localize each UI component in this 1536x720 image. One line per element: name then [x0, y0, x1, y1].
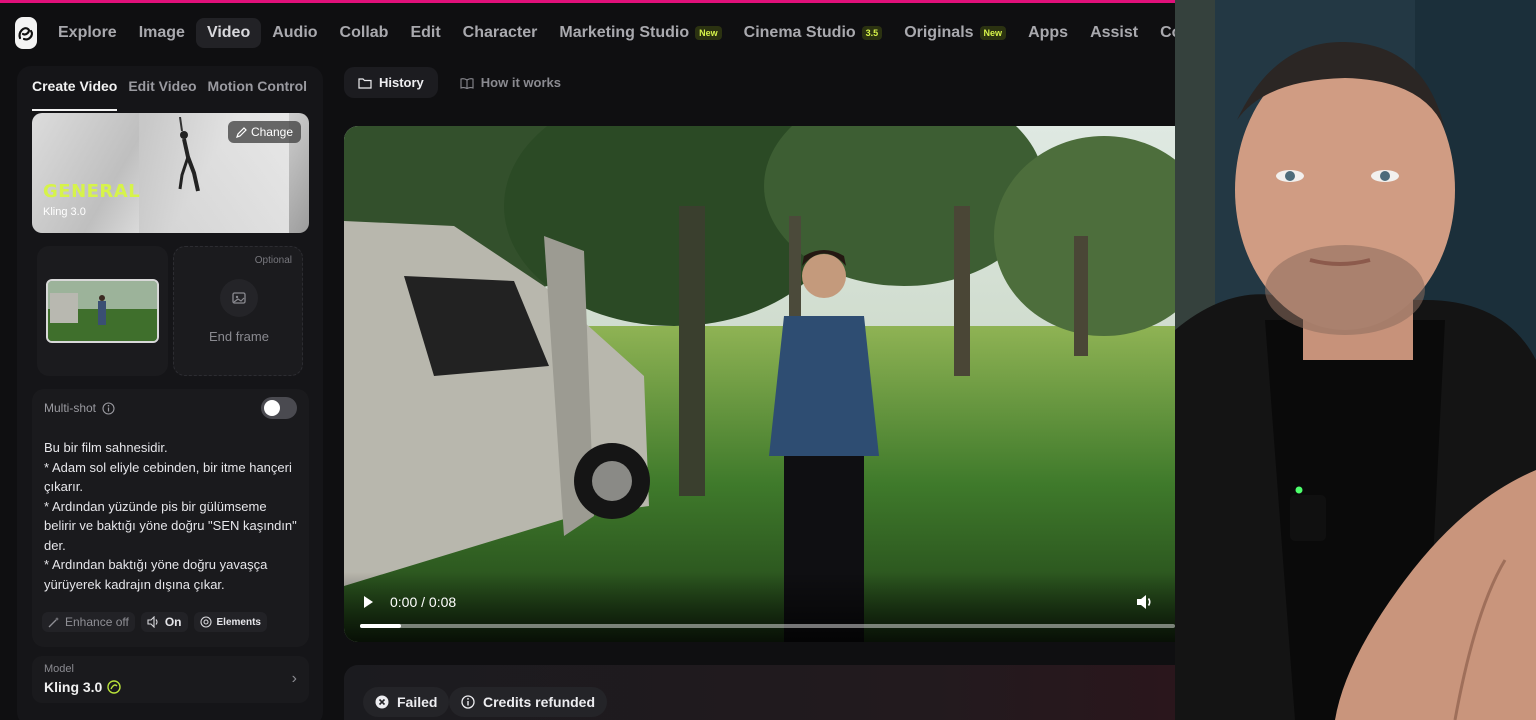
video-progress-bar[interactable]: [360, 624, 1175, 628]
webcam-overlay: [1175, 0, 1536, 720]
nav-originals[interactable]: Originals New: [893, 18, 1017, 48]
generation-status-bar: Failed Credits refunded: [344, 665, 1175, 720]
model-label: Model: [44, 663, 74, 675]
tab-history[interactable]: History: [344, 67, 438, 98]
nav-apps[interactable]: Apps: [1017, 18, 1079, 48]
info-icon[interactable]: [102, 401, 115, 415]
info-circle-icon: [461, 695, 475, 709]
logo-icon: [18, 27, 33, 41]
main-tabs: History How it works: [344, 67, 575, 98]
nav-community[interactable]: Commu: [1149, 18, 1175, 48]
volume-icon[interactable]: [1135, 593, 1155, 611]
create-tabs: Create Video Edit Video Motion Control: [17, 66, 323, 111]
nav-video[interactable]: Video: [195, 18, 262, 48]
new-badge: New: [979, 26, 1007, 40]
folder-icon: [358, 77, 372, 89]
thumbnail-scene: [48, 281, 157, 341]
speaker-icon: [147, 616, 158, 628]
magic-wand-icon: [48, 617, 59, 628]
nav-explore[interactable]: Explore: [47, 18, 128, 48]
version-badge: 3.5: [861, 26, 883, 40]
tab-motion-control[interactable]: Motion Control: [208, 78, 308, 111]
at-icon: [199, 616, 212, 628]
video-time: 0:00 / 0:08: [390, 594, 457, 610]
play-icon[interactable]: [360, 594, 376, 610]
elements-button[interactable]: Elements: [193, 612, 267, 632]
prompt-toolbar: Enhance off On Elements: [42, 612, 267, 632]
multishot-label: Multi-shot: [44, 401, 97, 415]
audio-toggle[interactable]: On: [140, 612, 188, 632]
preset-subtitle: Kling 3.0: [43, 206, 86, 218]
x-circle-icon: [375, 695, 389, 709]
nav-edit[interactable]: Edit: [399, 18, 451, 48]
top-nav: Explore Image Video Audio Collab Edit Ch…: [0, 3, 1175, 63]
tab-how-it-works[interactable]: How it works: [446, 67, 575, 98]
image-add-icon: [220, 279, 258, 317]
tab-edit-video[interactable]: Edit Video: [128, 78, 196, 111]
multishot-toggle[interactable]: [261, 397, 297, 419]
nav-assist[interactable]: Assist: [1079, 18, 1149, 48]
prompt-textarea[interactable]: Bu bir film sahnesidir. * Adam sol eliyl…: [44, 438, 299, 594]
nav-audio[interactable]: Audio: [261, 18, 328, 48]
video-controls: 0:00 / 0:08: [344, 572, 1175, 642]
credits-refunded-badge: Credits refunded: [449, 687, 608, 717]
book-icon: [460, 77, 474, 89]
webcam-person: [1175, 0, 1536, 720]
failed-badge: Failed: [363, 687, 450, 717]
nav-character[interactable]: Character: [452, 18, 549, 48]
enhance-toggle[interactable]: Enhance off: [42, 612, 135, 632]
app-logo[interactable]: [15, 17, 37, 49]
new-badge: New: [695, 26, 722, 40]
chevron-right-icon: ›: [291, 670, 297, 687]
multishot-row: Multi-shot: [44, 401, 115, 415]
video-frame: [344, 126, 1175, 642]
nav-cinema-studio[interactable]: Cinema Studio 3.5: [733, 18, 894, 48]
optional-label: Optional: [254, 255, 292, 266]
nav-image[interactable]: Image: [128, 18, 196, 48]
nav-collab[interactable]: Collab: [329, 18, 400, 48]
start-frame-slot[interactable]: [37, 246, 168, 376]
create-panel: Create Video Edit Video Motion Control C…: [17, 66, 323, 720]
video-progress-fill: [360, 624, 401, 628]
model-selector[interactable]: Model Kling 3.0 ›: [32, 656, 309, 703]
change-button[interactable]: Change: [227, 121, 301, 143]
nav-marketing-studio[interactable]: Marketing Studio New: [548, 18, 732, 48]
app-window: Explore Image Video Audio Collab Edit Ch…: [0, 0, 1175, 720]
kling-logo-icon: [107, 680, 122, 694]
tab-create-video[interactable]: Create Video: [32, 78, 118, 111]
start-frame-thumbnail[interactable]: [46, 279, 159, 343]
prompt-box[interactable]: Multi-shot Bu bir film sahnesidir. * Ada…: [32, 389, 309, 647]
video-player[interactable]: 0:00 / 0:08: [344, 126, 1175, 642]
end-frame-label: End frame: [209, 329, 269, 344]
model-preset-card[interactable]: Change GENERAL Kling 3.0: [32, 113, 309, 233]
climber-figure: [178, 117, 200, 192]
preset-title: GENERAL: [43, 181, 141, 202]
end-frame-slot[interactable]: Optional End frame: [173, 246, 303, 376]
model-value: Kling 3.0: [44, 679, 122, 695]
pencil-icon: [236, 126, 247, 138]
